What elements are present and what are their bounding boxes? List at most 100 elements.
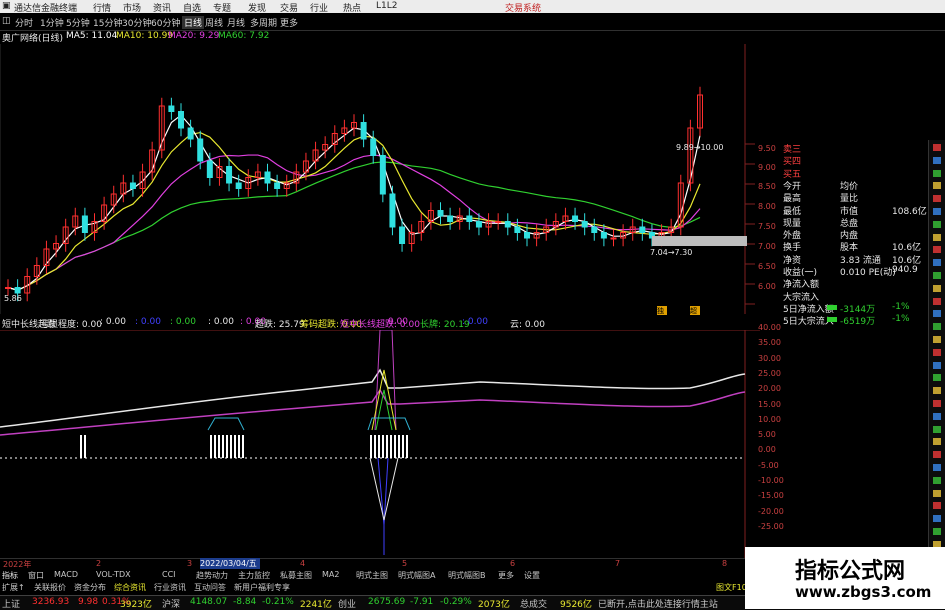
tool-icon[interactable]	[933, 246, 941, 254]
tool-icon[interactable]	[933, 502, 941, 510]
tool-icon[interactable]	[933, 169, 941, 177]
tool-icon[interactable]	[933, 387, 941, 395]
indicator-tab[interactable]: CCI	[162, 570, 176, 579]
chart-icon[interactable]: ◫	[2, 16, 11, 26]
time-axis: 2022年 2 3 4 5 6 7 8	[0, 558, 760, 570]
tool-icon[interactable]	[933, 182, 941, 190]
tool-icon[interactable]	[933, 310, 941, 318]
range-label: 7.04→7.30	[650, 248, 693, 257]
candle-body	[197, 138, 204, 162]
quote-label: 现量	[783, 218, 802, 229]
signal-bar	[382, 435, 384, 458]
info-tab[interactable]: 综合资讯	[114, 582, 146, 593]
period-tab[interactable]: 多周期	[250, 16, 277, 29]
period-tab[interactable]: 60分钟	[151, 16, 180, 29]
signal-bars	[80, 435, 408, 458]
period-tab[interactable]: 5分钟	[66, 16, 90, 29]
period-tab[interactable]: 月线	[227, 16, 245, 29]
tool-icon[interactable]	[933, 464, 941, 471]
signal-bar	[214, 435, 216, 458]
status-item: 2675.69	[368, 597, 406, 607]
period-tab[interactable]: 分时	[15, 16, 33, 29]
status-item: 2073亿	[478, 600, 510, 610]
indicator-tab[interactable]: 私募主图	[280, 570, 312, 581]
indicator-tab[interactable]: 主力监控	[238, 570, 270, 581]
indicator-tab[interactable]: MA2	[322, 570, 339, 579]
tool-icon[interactable]	[933, 272, 941, 279]
tool-icon[interactable]	[933, 515, 941, 523]
indicator-tab[interactable]: 窗口	[28, 570, 44, 581]
status-item: -0.21%	[262, 597, 294, 607]
tool-icon[interactable]	[933, 259, 941, 267]
candle-body	[514, 226, 521, 233]
tool-icon[interactable]	[933, 323, 941, 331]
tool-icon[interactable]	[933, 233, 941, 241]
indicator-tab[interactable]: 设置	[524, 570, 540, 581]
status-item: 3236.93	[32, 597, 70, 607]
ma60-line	[7, 161, 701, 291]
tool-icon[interactable]	[933, 144, 941, 151]
info-tab[interactable]: 资金分布	[74, 582, 106, 593]
tool-icon[interactable]	[933, 374, 941, 382]
tool-icon[interactable]	[933, 528, 941, 535]
period-tab[interactable]: 30分钟	[122, 16, 151, 29]
tool-icon[interactable]	[933, 195, 941, 203]
tool-icon[interactable]	[933, 297, 941, 305]
indicator-tab[interactable]: 指标	[2, 570, 18, 581]
period-tab[interactable]: 周线	[205, 16, 223, 29]
info-tab[interactable]: 新用户福利专享	[234, 582, 290, 593]
tool-icon[interactable]	[933, 451, 941, 459]
period-toolbar: ◫ 分时 1分钟 5分钟 15分钟 30分钟 60分钟 日线 周线 月线 多周期…	[0, 13, 945, 31]
status-item[interactable]: 已断开,点击此处连接行情主站	[598, 597, 718, 610]
info-tab[interactable]: 关联报价	[34, 582, 66, 593]
indicator-tab[interactable]: 明式主图	[356, 570, 388, 581]
right-tool-strip	[928, 140, 945, 580]
candlestick-chart[interactable]	[0, 44, 760, 314]
period-tab[interactable]: 15分钟	[93, 16, 122, 29]
indicator-tab[interactable]: 更多	[498, 570, 514, 581]
tool-icon[interactable]	[933, 438, 941, 446]
tool-icon[interactable]	[933, 412, 941, 420]
tool-icon[interactable]	[933, 489, 941, 497]
info-tab[interactable]: 扩展↑	[2, 582, 25, 593]
tool-icon[interactable]	[933, 156, 941, 164]
tool-icon[interactable]	[933, 476, 941, 484]
more-periods-button[interactable]: 更多	[280, 16, 298, 29]
indicator-tab[interactable]: VOL-TDX	[96, 570, 131, 579]
indicator-tab[interactable]: 明式幅图B	[448, 570, 486, 581]
info-tab[interactable]: 行业资讯	[154, 582, 186, 593]
marker-badge: 独	[657, 306, 667, 315]
status-item: -8.84	[233, 597, 257, 607]
indicator-tab[interactable]: MACD	[54, 570, 78, 579]
signal-bar	[230, 435, 232, 458]
ma60-label: MA60: 7.92	[218, 31, 270, 41]
tool-icon[interactable]	[933, 361, 941, 369]
tool-icon[interactable]	[933, 220, 941, 228]
indicator-tick: 40.00	[758, 323, 781, 332]
quote-label: 净流入额	[783, 280, 820, 291]
indicator-tab[interactable]: 趋势动力	[196, 570, 228, 581]
period-tab-active[interactable]: 日线	[182, 16, 205, 29]
tool-icon[interactable]	[933, 425, 941, 433]
price-tick: 8.00	[758, 202, 776, 211]
price-tick: 6.50	[758, 262, 776, 271]
tool-icon[interactable]	[933, 400, 941, 407]
watermark-url: www.zbgs3.com	[795, 583, 932, 601]
tool-icon[interactable]	[933, 208, 941, 215]
indicator-tick: 5.00	[758, 430, 776, 440]
indicator-chart[interactable]	[0, 330, 760, 558]
candles	[5, 86, 703, 302]
f10-link[interactable]: 图文F10	[716, 582, 747, 593]
info-tab[interactable]: 互动问答	[194, 582, 226, 593]
signal-bar	[378, 435, 380, 458]
high-label: 9.89→10.00	[676, 143, 724, 152]
period-tab[interactable]: 1分钟	[40, 16, 64, 29]
indicator-tab[interactable]: 明式幅图A	[398, 570, 435, 581]
indicator-tick: 15.00	[758, 399, 781, 409]
candle-body	[581, 221, 588, 228]
ma5-label: MA5: 11.04	[66, 31, 118, 41]
tool-icon[interactable]	[933, 284, 941, 292]
tool-icon[interactable]	[933, 336, 941, 343]
tool-icon[interactable]	[933, 348, 941, 356]
quote-mid: 总盘	[840, 218, 859, 229]
